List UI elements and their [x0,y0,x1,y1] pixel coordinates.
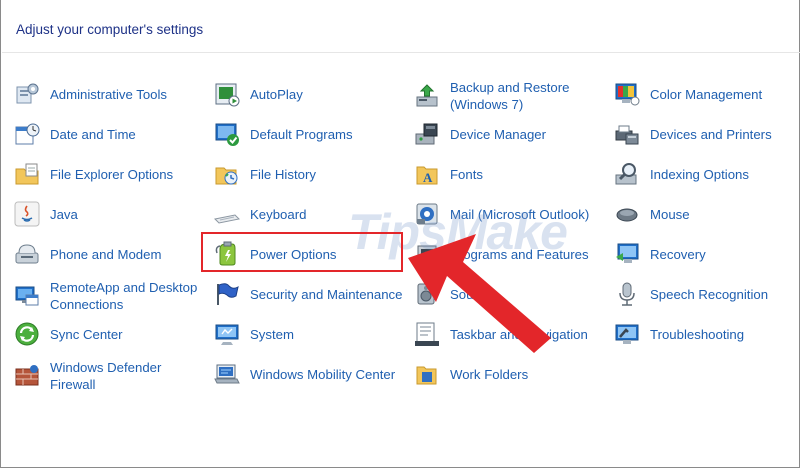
item-administrative-tools[interactable]: Administrative Tools [14,76,204,112]
svg-text:A: A [423,170,433,185]
item-label: Windows Mobility Center [250,366,396,382]
date-time-icon [14,121,40,147]
device-manager-icon [414,121,440,147]
item-label: Keyboard [250,206,307,222]
phone-modem-icon [14,241,40,267]
item-label: File Explorer Options [50,166,174,182]
item-keyboard[interactable]: Keyboard [214,196,409,232]
system-icon [214,321,240,347]
item-windows-mobility-center[interactable]: Windows Mobility Center [214,356,409,392]
mail-icon [414,201,440,227]
file-history-icon [214,161,240,187]
item-label: AutoPlay [250,86,303,102]
sync-icon [14,321,40,347]
item-label: Sound [450,286,489,302]
item-file-history[interactable]: File History [214,156,409,192]
item-label: Date and Time [50,126,136,142]
default-programs-icon [214,121,240,147]
taskbar-icon [414,321,440,347]
mobility-icon [214,361,240,387]
item-devices-and-printers[interactable]: Devices and Printers [614,116,794,152]
backup-restore-icon [414,83,440,109]
item-fonts[interactable]: A Fonts [414,156,604,192]
mouse-icon [614,201,640,227]
indexing-icon [614,161,640,187]
item-windows-defender-firewall[interactable]: Windows Defender Firewall [14,356,204,396]
item-label: Troubleshooting [650,326,745,342]
folder-options-icon [14,161,40,187]
item-recovery[interactable]: Recovery [614,236,794,272]
item-default-programs[interactable]: Default Programs [214,116,409,152]
item-system[interactable]: System [214,316,409,352]
item-label: Backup and Restore (Windows 7) [450,80,570,112]
item-security-and-maintenance[interactable]: Security and Maintenance [214,276,409,312]
security-flag-icon [214,281,240,307]
printer-icon [614,121,640,147]
item-label: Java [50,206,78,222]
admin-tools-icon [14,81,40,107]
item-label: Default Programs [250,126,353,142]
item-label: Speech Recognition [650,286,769,302]
troubleshooting-icon [614,321,640,347]
item-speech-recognition[interactable]: Speech Recognition [614,276,794,312]
item-label: Devices and Printers [650,126,772,142]
item-indexing-options[interactable]: Indexing Options [614,156,794,192]
item-label: Security and Maintenance [250,286,403,302]
item-sound[interactable]: Sound [414,276,604,312]
item-phone-and-modem[interactable]: Phone and Modem [14,236,204,272]
item-label: RemoteApp and Desktop Connections [50,280,198,312]
item-backup-and-restore[interactable]: Backup and Restore (Windows 7) [414,76,604,116]
item-label: Taskbar and Navigation [450,326,588,342]
item-label: Mouse [650,206,690,222]
color-management-icon [614,81,640,107]
item-programs-and-features[interactable]: Programs and Features [414,236,604,272]
item-label: Recovery [650,246,706,262]
item-troubleshooting[interactable]: Troubleshooting [614,316,794,352]
keyboard-icon [214,201,240,227]
remoteapp-icon [14,283,40,309]
programs-features-icon [414,241,440,267]
item-label: Indexing Options [650,166,749,182]
item-label: Windows Defender Firewall [50,360,162,392]
item-java[interactable]: Java [14,196,204,232]
item-taskbar-and-navigation[interactable]: Taskbar and Navigation [414,316,604,352]
autoplay-icon [214,81,240,107]
item-device-manager[interactable]: Device Manager [414,116,604,152]
item-remoteapp[interactable]: RemoteApp and Desktop Connections [14,276,204,316]
recovery-icon [614,241,640,267]
item-label: Administrative Tools [50,86,168,102]
item-label: Phone and Modem [50,246,162,262]
firewall-icon [14,363,40,389]
item-label: Fonts [450,166,483,182]
item-label: Programs and Features [450,246,589,262]
power-options-icon [214,241,240,267]
item-label: Mail (Microsoft Outlook) [450,206,590,222]
item-label: Power Options [250,246,337,262]
work-folders-icon [414,361,440,387]
item-work-folders[interactable]: Work Folders [414,356,604,392]
item-label: File History [250,166,316,182]
fonts-icon: A [414,161,440,187]
item-date-and-time[interactable]: Date and Time [14,116,204,152]
item-mail[interactable]: Mail (Microsoft Outlook) [414,196,604,232]
sound-icon [414,281,440,307]
java-icon [14,201,40,227]
item-label: Work Folders [450,366,529,382]
control-panel-items: Administrative Tools Date and Time File … [0,0,800,468]
item-file-explorer-options[interactable]: File Explorer Options [14,156,204,192]
item-label: System [250,326,294,342]
item-sync-center[interactable]: Sync Center [14,316,204,352]
microphone-icon [614,281,640,307]
item-color-management[interactable]: Color Management [614,76,794,112]
item-label: Color Management [650,86,763,102]
item-label: Device Manager [450,126,547,142]
item-power-options[interactable]: Power Options [214,236,409,272]
item-autoplay[interactable]: AutoPlay [214,76,409,112]
item-mouse[interactable]: Mouse [614,196,794,232]
item-label: Sync Center [50,326,123,342]
